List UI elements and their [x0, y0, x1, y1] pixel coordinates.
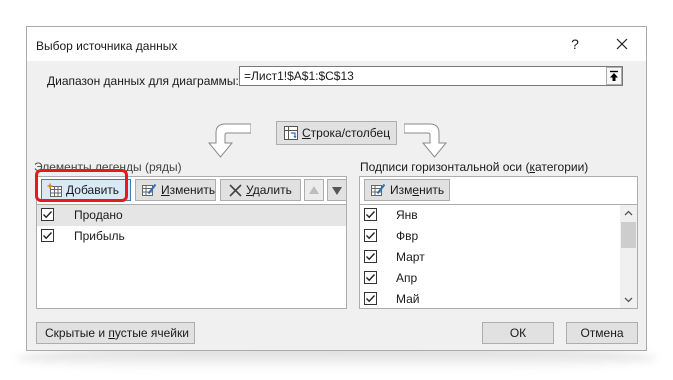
legend-group-label: Элементы легенды (ряды) [34, 160, 182, 174]
edit-cat-start: Изм [390, 183, 413, 197]
scroll-down-button[interactable] [620, 291, 637, 308]
range-input[interactable]: =Лист1!$A$1:$C$13 [239, 66, 623, 86]
category-label: Март [396, 250, 425, 264]
switch-row-column-icon [284, 126, 298, 140]
checkmark-icon [366, 211, 376, 219]
chevron-down-icon [624, 297, 633, 303]
range-value: =Лист1!$A$1:$C$13 [244, 69, 354, 83]
axis-categories-list: Янв Фвр Март Апр Май [359, 204, 638, 309]
checkmark-icon [43, 211, 53, 219]
delete-label-text: далить [252, 183, 292, 197]
legend-series-list: Продано Прибыль [36, 204, 347, 309]
edit-table-icon [142, 183, 157, 196]
list-item[interactable]: Фвр [360, 226, 637, 247]
delete-series-label: Удалить [246, 183, 292, 197]
category-label: Янв [396, 208, 418, 222]
series-label: Прибыль [74, 229, 125, 243]
edit-categories-button[interactable]: Изменить [364, 179, 450, 201]
checkmark-icon [366, 295, 376, 303]
edit-hotkey: И [161, 183, 170, 197]
left-curved-arrow-icon [207, 123, 251, 158]
cancel-label: Отмена [580, 326, 624, 340]
right-curved-arrow-icon [404, 123, 448, 158]
category-checkbox[interactable] [364, 229, 377, 242]
edit-label-text: зменить [169, 183, 216, 197]
switch-label-text: трока/столбец [310, 126, 391, 140]
scroll-up-button[interactable] [620, 205, 637, 222]
edit-categories-label: Изменить [390, 183, 444, 197]
delete-x-icon [229, 184, 242, 197]
list-item[interactable]: Март [360, 247, 637, 268]
edit-cat-end: нить [419, 183, 445, 197]
list-item[interactable]: Прибыль [37, 226, 346, 247]
range-label-text: иапазон данных для диаграммы: [55, 74, 239, 88]
axis-label-start: Подписи горизонтальной оси ( [360, 160, 530, 174]
title-bar: Выбор источника данных ? [27, 27, 646, 61]
add-table-icon [47, 183, 62, 197]
select-data-source-dialog: Выбор источника данных ? Диапазон данных… [26, 26, 647, 351]
hidden-empty-cells-button[interactable]: Скрытые и пустые ячейки [36, 322, 195, 344]
checkmark-icon [43, 232, 53, 240]
close-icon [616, 38, 628, 50]
range-label: Диапазон данных для диаграммы: [47, 74, 239, 88]
checkmark-icon [366, 274, 376, 282]
delete-series-button[interactable]: Удалить [220, 179, 301, 201]
category-checkbox[interactable] [364, 208, 377, 221]
axis-label-end: атегории) [534, 160, 589, 174]
checkmark-icon [366, 232, 376, 240]
series-label: Продано [74, 208, 123, 222]
move-down-button[interactable] [327, 179, 347, 201]
category-checkbox[interactable] [364, 292, 377, 305]
edit-series-button[interactable]: Изменить [135, 179, 216, 201]
category-checkbox[interactable] [364, 271, 377, 284]
add-label-text: обавить [74, 183, 120, 197]
list-item[interactable]: Янв [360, 205, 637, 226]
triangle-up-icon [309, 186, 319, 194]
hidden-label-start: Скрытые и [45, 326, 109, 340]
category-checkbox[interactable] [364, 250, 377, 263]
series-checkbox[interactable] [41, 229, 54, 242]
list-item[interactable]: Продано [37, 205, 346, 226]
ok-label: ОК [509, 326, 527, 340]
triangle-down-icon [332, 187, 342, 195]
series-checkbox[interactable] [41, 208, 54, 221]
edit-series-label: Изменить [161, 183, 215, 197]
cancel-button[interactable]: Отмена [566, 322, 638, 344]
ok-button[interactable]: ОК [482, 322, 554, 344]
chevron-up-icon [624, 210, 633, 216]
axis-group-label: Подписи горизонтальной оси (категории) [360, 160, 588, 174]
scroll-thumb[interactable] [621, 222, 636, 248]
list-item[interactable]: Май [360, 289, 637, 308]
move-up-button[interactable] [304, 179, 324, 201]
switch-hotkey: С [302, 126, 311, 140]
range-label-hotkey: Д [47, 74, 56, 88]
close-button[interactable] [610, 32, 634, 56]
axis-toolbar: Изменить [359, 176, 638, 204]
list-item[interactable]: Апр [360, 268, 637, 289]
help-button[interactable]: ? [566, 32, 584, 56]
dialog-title: Выбор источника данных [36, 39, 178, 53]
legend-toolbar: Добавить Изменить Удалить [36, 176, 347, 204]
hidden-label-end: устые ячейки [114, 326, 189, 340]
hidden-empty-cells-label: Скрытые и пустые ячейки [45, 326, 189, 340]
category-label: Апр [396, 271, 418, 285]
switch-row-column-label: Строка/столбец [302, 126, 390, 140]
add-series-button[interactable]: Добавить [41, 179, 131, 201]
collapse-dialog-button[interactable] [606, 67, 622, 85]
add-series-label: Добавить [66, 183, 119, 197]
category-label: Май [396, 292, 420, 306]
checkmark-icon [366, 253, 376, 261]
delete-hotkey: У [246, 183, 253, 197]
vertical-scrollbar[interactable] [620, 205, 637, 308]
edit-table-icon [371, 183, 386, 196]
switch-row-column-button[interactable]: Строка/столбец [276, 121, 397, 145]
category-label: Фвр [396, 229, 419, 243]
collapse-dialog-icon [610, 70, 618, 81]
